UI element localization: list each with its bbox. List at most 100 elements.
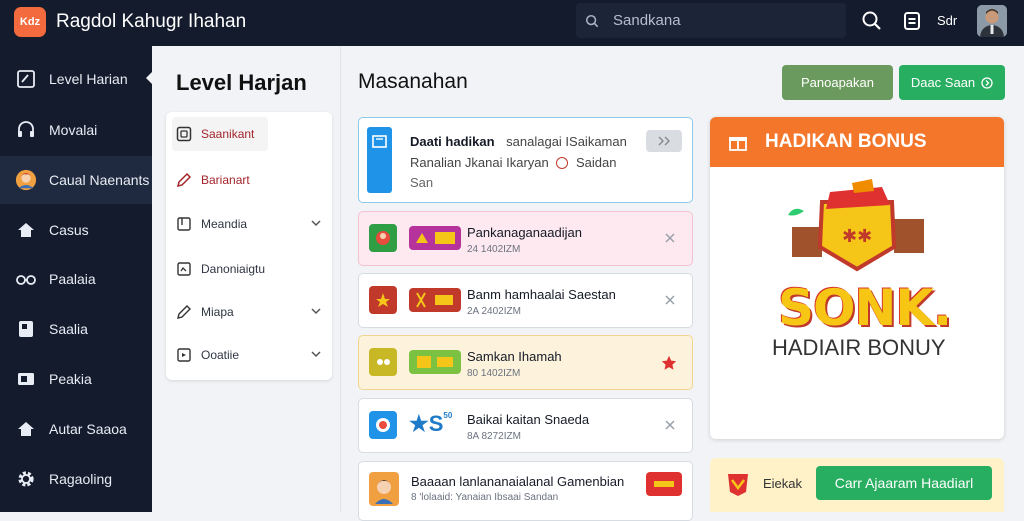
sidebar-item-label: Movalai: [49, 122, 98, 138]
sidebar-item-autar-saaoa[interactable]: Autar Saaoa: [0, 405, 152, 453]
chevron-down-icon[interactable]: [310, 348, 322, 360]
claim-button[interactable]: Carr Ajaaram Haadiarl: [816, 466, 992, 500]
primary-button[interactable]: Panoapakan: [782, 65, 893, 100]
bonus-headline: SONK.: [778, 279, 952, 337]
nav-item-label: Barianart: [201, 173, 250, 187]
sidebar-item-movalai[interactable]: Movalai: [0, 106, 152, 154]
chevron-down-icon[interactable]: [310, 217, 322, 229]
sidebar-item-caual-naenants[interactable]: Caual Naenants: [0, 156, 152, 204]
star-icon[interactable]: [660, 354, 678, 372]
user-avatar-icon: [977, 5, 1007, 37]
message-text: Ranalian Jkanai Ikaryan: [410, 155, 549, 170]
avatar[interactable]: [977, 5, 1007, 37]
section-title: Masanahan: [358, 70, 468, 93]
nav-item-meandia[interactable]: Meandia: [166, 202, 332, 246]
avatar-icon: [15, 169, 37, 191]
headset-icon: [15, 119, 37, 141]
claim-label: Eiekak: [763, 476, 803, 491]
sidebar-item-paalaia[interactable]: Paalaia: [0, 255, 152, 303]
pencil-icon: [176, 304, 192, 320]
star-s-icon: ★S50: [409, 411, 453, 436]
sidebar-item-level-harian[interactable]: Level Harian: [0, 55, 152, 103]
secondary-button[interactable]: Daac Saan: [899, 65, 1005, 100]
bonus-card[interactable]: HADIKAN BONUS ✱✱ SONK. HADIAIR BONUY: [710, 117, 1004, 439]
app-title: Ragdol Kahugr Ihahan: [56, 11, 247, 32]
message-text: sanalagai ISaikaman: [506, 134, 627, 149]
list-item[interactable]: ★S50 Baikai kaitan Snaeda 8A 8272IZM: [358, 398, 693, 453]
sidebar-item-saalia[interactable]: Saalia: [0, 305, 152, 353]
badge-icon[interactable]: [646, 472, 682, 496]
nav-item-saanikant[interactable]: Saanikant: [166, 112, 332, 156]
image-icon: [176, 261, 192, 277]
sidebar-item-casus[interactable]: Casus: [0, 206, 152, 254]
list-item[interactable]: Samkan Ihamah 80 1402IZM: [358, 335, 693, 390]
sidebar-item-label: Ragaoling: [49, 471, 113, 487]
message-title: Baikai kaitan Snaeda: [467, 412, 590, 427]
app-logo[interactable]: Kdz: [14, 7, 46, 37]
action-chip[interactable]: [646, 130, 682, 152]
message-title: Baaaan lanlananaialanal Gamenbian: [411, 474, 625, 489]
sidebar-item-label: Autar Saaoa: [49, 421, 127, 437]
search-icon: [585, 14, 599, 27]
folder-icon: [176, 216, 192, 232]
page-title: Level Harjan: [176, 70, 307, 95]
badge-icons: [409, 226, 461, 250]
message-time: 24 1402IZM: [467, 244, 521, 255]
nav-item-miapa[interactable]: Miapa: [166, 290, 332, 334]
message-text: Saidan: [576, 155, 617, 170]
message-time: 2A 2402IZM: [467, 306, 521, 317]
close-icon[interactable]: [664, 419, 676, 431]
more-icon: [658, 136, 670, 146]
message-icon: [367, 127, 392, 193]
home-icon: [15, 219, 37, 241]
nav-item-barianart[interactable]: Barianart: [166, 158, 332, 202]
button-label: Daac Saan: [910, 75, 976, 90]
sidebar-item-label: Level Harian: [49, 71, 128, 87]
bonus-title: HADIKAN BONUS: [765, 131, 927, 152]
message-time: 80 1402IZM: [467, 368, 521, 379]
game-icon: [369, 348, 397, 376]
badge-icons: [409, 288, 461, 312]
list-item[interactable]: Daati hadikan sanalagai ISaikaman Ranali…: [358, 117, 693, 203]
reward-icon: [728, 474, 748, 496]
nav-item-danoniaigtu[interactable]: Danoniaigtu: [166, 247, 332, 291]
bonus-subtitle: HADIAIR BONUY: [772, 335, 946, 360]
sidebar-item-label: Saalia: [49, 321, 88, 337]
sidebar-item-peakia[interactable]: Peakia: [0, 355, 152, 403]
avatar-icon: [369, 472, 399, 506]
avatar-icon: [369, 411, 397, 439]
film-icon: [15, 368, 37, 390]
badge-icons: [409, 350, 461, 374]
message-title: Banm hamhaalai Saestan: [467, 287, 616, 302]
gear-icon: [15, 468, 37, 490]
nav-item-label: Ooatiie: [201, 348, 240, 362]
header-label[interactable]: Sdr: [937, 13, 957, 28]
list-item[interactable]: Banm hamhaalai Saestan 2A 2402IZM: [358, 273, 693, 328]
search-input[interactable]: [613, 12, 833, 29]
chevron-down-icon[interactable]: [310, 305, 322, 317]
nav-item-ooatiie[interactable]: Ooatiie: [166, 333, 332, 377]
message-line: Ranalian Jkanai Ikaryan Saidan: [410, 155, 616, 170]
list-item[interactable]: Pankanaganaadijan 24 1402IZM: [358, 211, 693, 266]
sidebar-item-ragaoling[interactable]: Ragaoling: [0, 455, 152, 503]
svg-text:✱✱: ✱✱: [842, 226, 872, 247]
message-title: Pankanaganaadijan: [467, 225, 582, 240]
nav-item-label: Meandia: [201, 217, 248, 231]
close-icon[interactable]: [664, 294, 676, 306]
arrow-circle-icon: [981, 76, 993, 89]
pen-icon: [176, 172, 192, 188]
search-bar[interactable]: [576, 3, 846, 38]
glasses-icon: [15, 268, 37, 290]
square-icon: [176, 347, 192, 363]
avatar-icon: [369, 224, 397, 252]
search-icon[interactable]: [861, 10, 883, 32]
message-text: San: [410, 175, 434, 190]
document-icon[interactable]: [901, 10, 923, 32]
sidebar-item-label: Peakia: [49, 371, 92, 387]
gift-icon: [729, 137, 747, 151]
message-time: 8A 8272IZM: [467, 431, 521, 442]
close-icon[interactable]: [664, 232, 676, 244]
bonus-header: HADIKAN BONUS: [710, 117, 1004, 167]
list-item[interactable]: Baaaan lanlananaialanal Gamenbian 8 'lol…: [358, 461, 693, 521]
nav-item-label: Miapa: [201, 305, 234, 319]
